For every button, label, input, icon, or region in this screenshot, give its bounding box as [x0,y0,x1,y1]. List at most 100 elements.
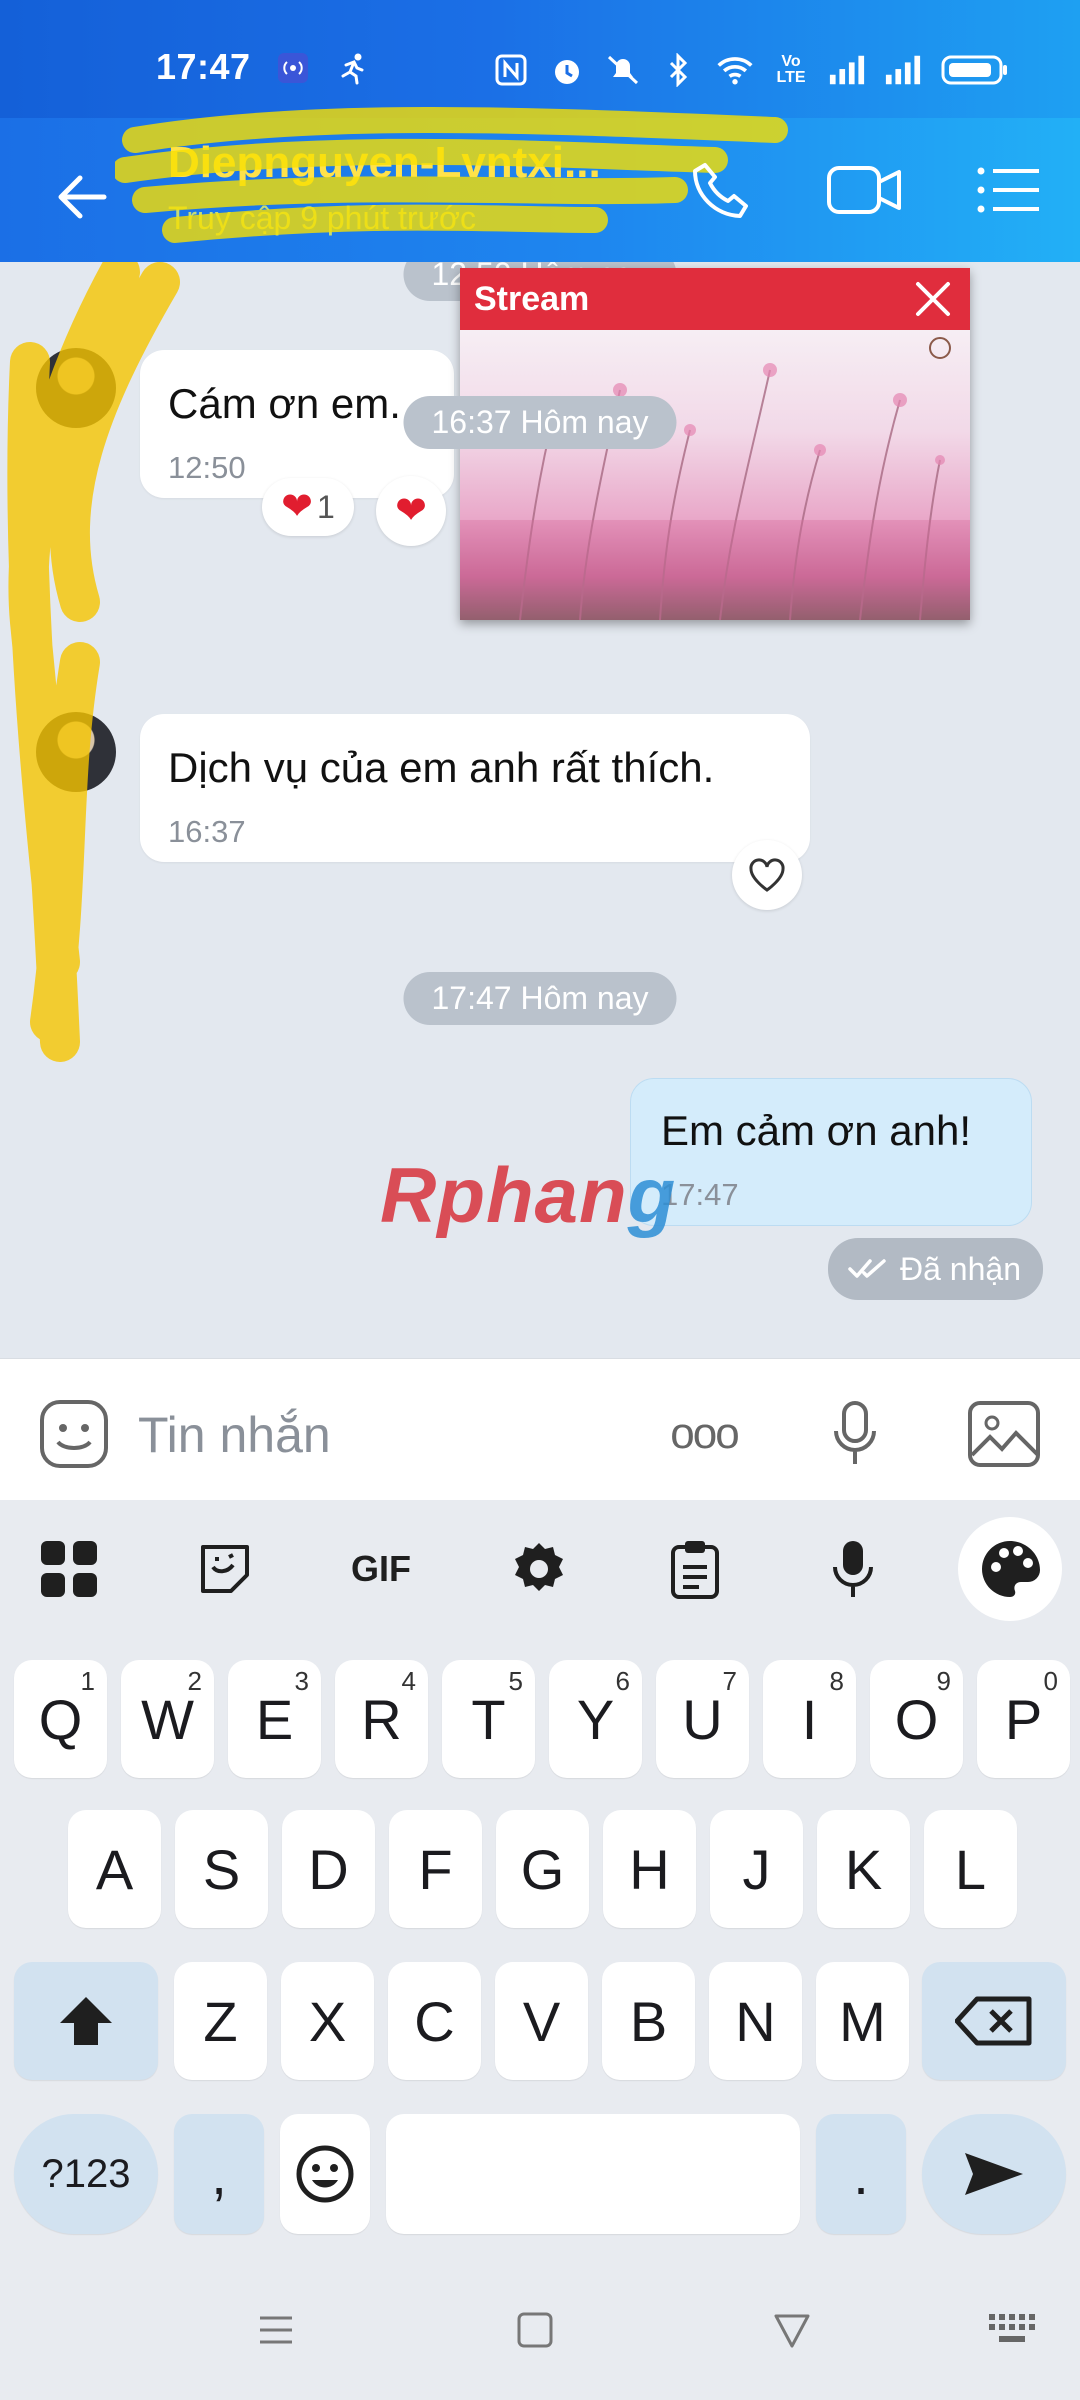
apps-button[interactable] [24,1524,114,1614]
key-c[interactable]: C [388,1962,481,2080]
key-label: A [95,1837,134,1901]
key-l[interactable]: L [924,1810,1017,1928]
key-label: F [418,1837,453,1901]
close-button[interactable] [910,276,956,322]
key-label: N [735,1989,776,2053]
shift-icon [60,1997,112,2045]
key-label: J [742,1837,771,1901]
message-input[interactable]: Tin nhắn [138,1406,331,1464]
avatar[interactable] [36,348,116,428]
key-p[interactable]: P0 [977,1660,1070,1778]
bluetooth-icon [660,51,698,89]
emoji-key[interactable] [280,2114,370,2234]
video-camera-icon [827,166,901,214]
recent-apps-button[interactable] [246,2300,306,2360]
key-m[interactable]: M [816,1962,909,2080]
image-button[interactable] [964,1394,1044,1474]
key-f[interactable]: F [389,1810,482,1928]
sticker-button[interactable] [34,1394,114,1474]
status-left-icons [275,50,371,86]
key-label: R [361,1687,402,1751]
grid-icon [41,1541,97,1597]
send-key[interactable] [922,2114,1066,2234]
heart-icon: ❤ [395,490,427,532]
status-time: 17:47 [156,46,251,87]
sticker-keyboard-button[interactable] [180,1524,270,1614]
key-z[interactable]: Z [174,1962,267,2080]
comma-key[interactable]: , [174,2114,264,2234]
mute-icon [604,51,642,89]
message-time: 12:50 [168,450,246,485]
delivery-status-label: Đã nhận [900,1250,1021,1287]
settings-button[interactable] [494,1524,584,1614]
key-label: Y [576,1687,615,1751]
message-bubble[interactable]: Dịch vụ của em anh rất thích. 16:37 [140,714,810,862]
theme-button[interactable] [958,1517,1062,1621]
key-y[interactable]: Y6 [549,1660,642,1778]
react-button[interactable] [732,840,802,910]
stream-header: Stream [460,268,970,330]
gear-icon [515,1543,563,1591]
watermark-left: Rphan [380,1151,628,1239]
voice-button[interactable] [815,1394,895,1474]
back-button[interactable] [48,162,118,232]
key-h[interactable]: H [603,1810,696,1928]
key-g[interactable]: G [496,1810,589,1928]
key-label: D [308,1837,349,1901]
backspace-key[interactable] [922,1962,1066,2080]
key-label: Z [203,1989,238,2053]
period-key[interactable]: . [816,2114,906,2234]
voice-input-button[interactable] [808,1524,898,1614]
home-button[interactable] [505,2300,565,2360]
key-r[interactable]: R4 [335,1660,428,1778]
key-a[interactable]: A [68,1810,161,1928]
key-t[interactable]: T5 [442,1660,535,1778]
reaction-chip[interactable]: ❤ 1 [262,478,354,536]
shift-key[interactable] [14,1962,158,2080]
emoji-sticker-icon [40,1400,108,1468]
phone-icon [693,163,748,218]
key-d[interactable]: D [282,1810,375,1928]
more-button[interactable]: ooo [664,1394,744,1474]
key-q[interactable]: Q1 [14,1660,107,1778]
triangle-icon [774,2314,810,2348]
clipboard-button[interactable] [650,1524,740,1614]
stream-video[interactable] [460,330,970,620]
key-s[interactable]: S [175,1810,268,1928]
sticker-icon [201,1545,249,1593]
running-icon [335,50,371,86]
key-w[interactable]: W2 [121,1660,214,1778]
key-n[interactable]: N [709,1962,802,2080]
avatar[interactable] [36,712,116,792]
back-nav-button[interactable] [762,2300,822,2360]
key-label: G [520,1837,565,1901]
key-label: W [141,1687,194,1751]
key-label: I [801,1687,818,1751]
key-label: L [954,1837,987,1901]
key-i[interactable]: I8 [763,1660,856,1778]
key-label: S [202,1837,241,1901]
key-j[interactable]: J [710,1810,803,1928]
key-b[interactable]: B [602,1962,695,2080]
space-key[interactable] [386,2114,800,2234]
heart-outline-icon [749,858,785,892]
key-o[interactable]: O9 [870,1660,963,1778]
menu-button[interactable] [968,150,1048,230]
keyboard-hide-button[interactable] [982,2300,1042,2360]
image-icon [968,1401,1040,1467]
gif-button[interactable]: GIF [336,1524,426,1614]
key-e[interactable]: E3 [228,1660,321,1778]
key-u[interactable]: U7 [656,1660,749,1778]
date-divider: 17:47 Hôm nay [403,972,677,1025]
key-label: C [414,1989,455,2053]
symbols-key[interactable]: ?123 [14,2114,158,2234]
react-button[interactable]: ❤ [376,476,446,546]
contact-name[interactable]: Diepnguyen-Lvntxi... [168,138,601,188]
call-button[interactable] [680,150,760,230]
status-right-icons: Vo LTE [492,48,1010,92]
video-call-button[interactable] [825,150,905,230]
sent-message-bubble[interactable]: Em cảm ơn anh! 17:47 [630,1078,1032,1226]
key-k[interactable]: K [817,1810,910,1928]
key-x[interactable]: X [281,1962,374,2080]
key-v[interactable]: V [495,1962,588,2080]
